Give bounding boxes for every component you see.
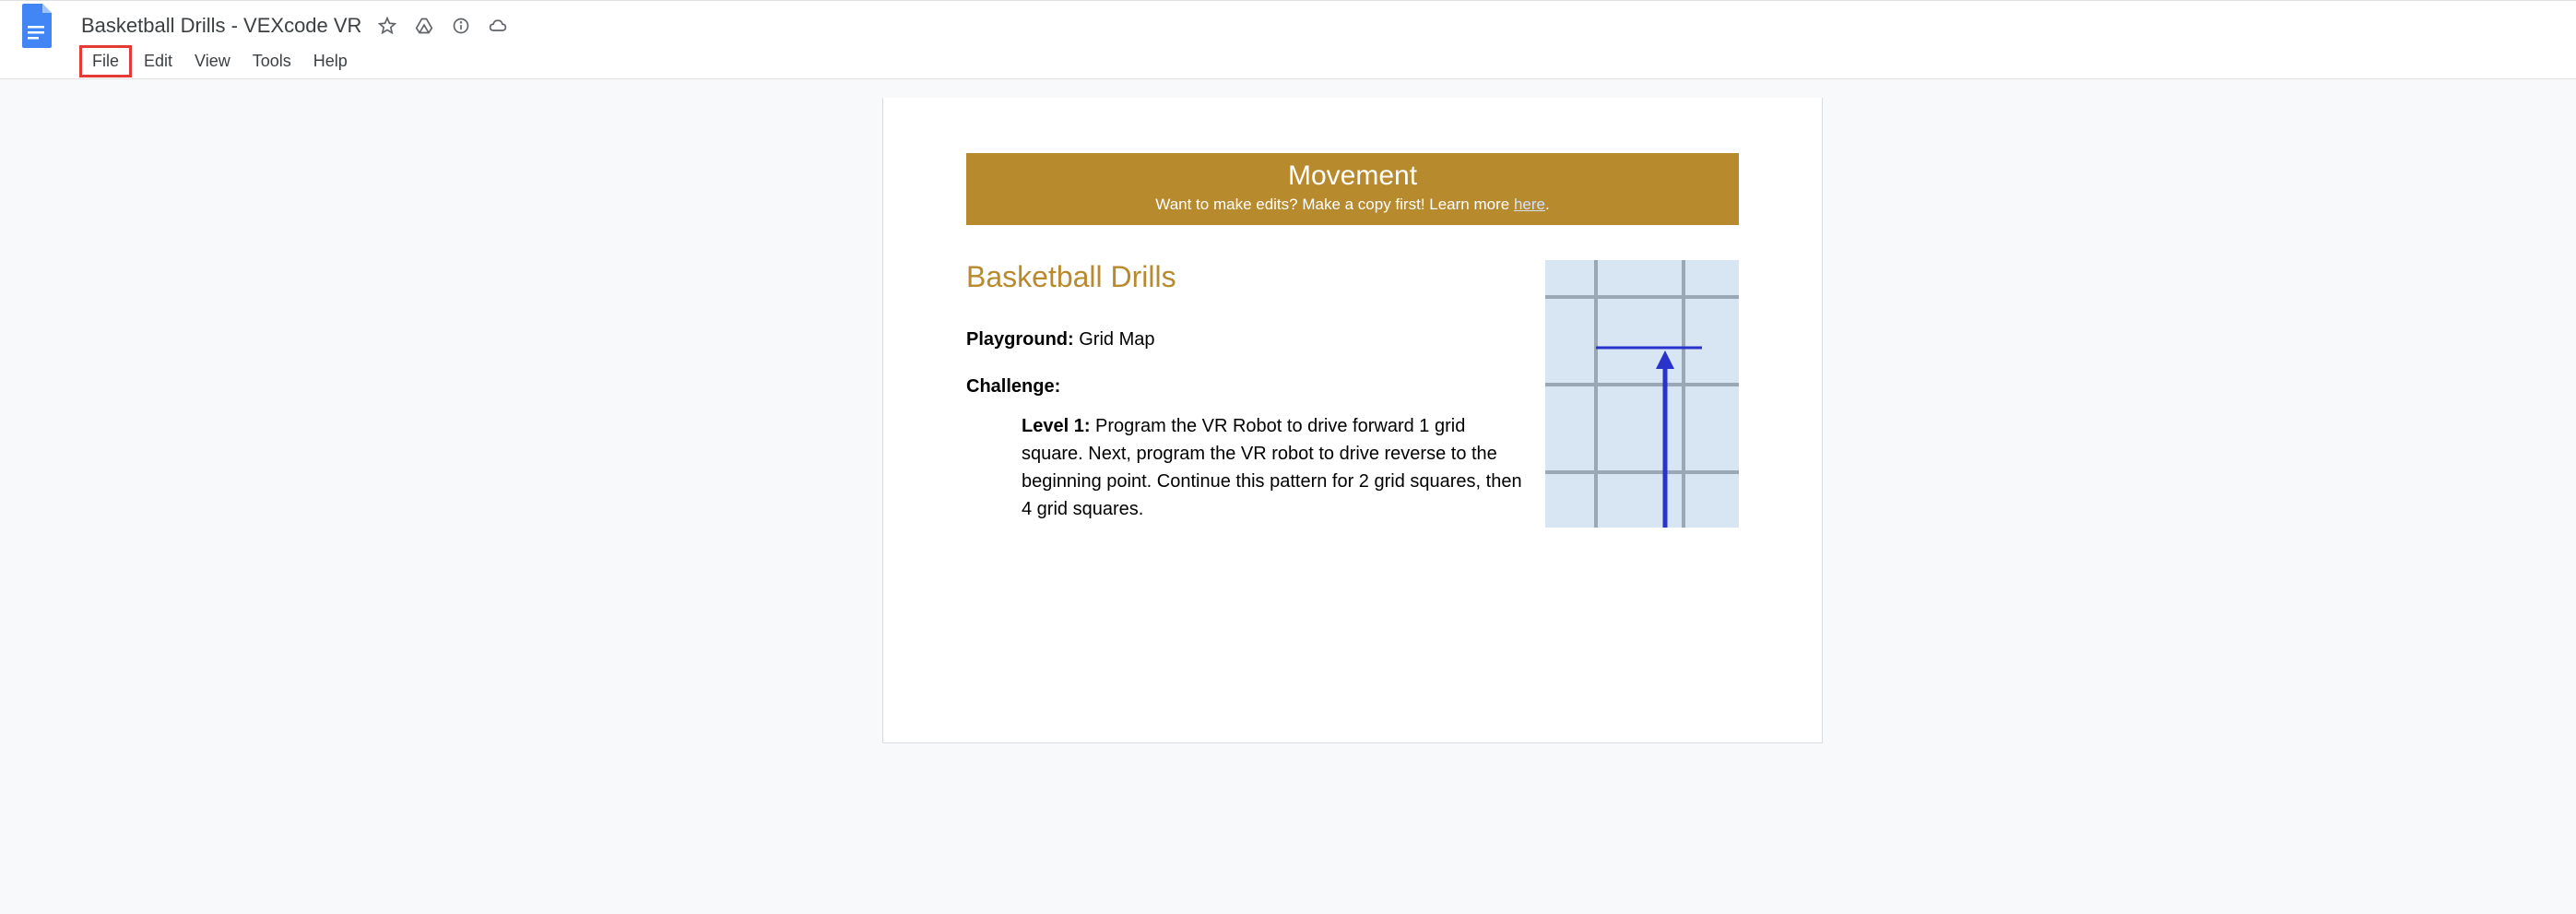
banner: Movement Want to make edits? Make a copy… — [966, 153, 1739, 225]
cloud-icon[interactable] — [489, 17, 507, 35]
document-title[interactable]: Basketball Drills - VEXcode VR — [81, 14, 361, 38]
level1-block: Level 1: Program the VR Robot to drive f… — [966, 412, 1527, 523]
menu-file[interactable]: File — [79, 45, 132, 77]
banner-subtitle: Want to make edits? Make a copy first! L… — [966, 196, 1739, 214]
menu-tools[interactable]: Tools — [242, 48, 301, 75]
drive-icon[interactable] — [415, 17, 433, 35]
banner-title: Movement — [966, 160, 1739, 192]
banner-link[interactable]: here — [1514, 196, 1545, 213]
doc-heading: Basketball Drills — [966, 260, 1527, 294]
info-icon[interactable] — [452, 17, 470, 35]
playground-line: Playground: Grid Map — [966, 329, 1527, 350]
level1-label: Level 1: — [1022, 416, 1090, 436]
title-row: Basketball Drills - VEXcode VR — [0, 1, 2576, 43]
level1-text: Program the VR Robot to drive forward 1 … — [1022, 416, 1522, 519]
document-page: Movement Want to make edits? Make a copy… — [882, 98, 1823, 743]
banner-subtitle-suffix: . — [1545, 196, 1550, 213]
menu-edit[interactable]: Edit — [134, 48, 183, 75]
title-icons — [378, 17, 507, 35]
document-area: Movement Want to make edits? Make a copy… — [0, 79, 2576, 743]
playground-value: Grid Map — [1074, 329, 1155, 350]
docs-logo-icon[interactable] — [18, 2, 55, 50]
logo-wrapper — [18, 2, 81, 50]
menu-bar: File Edit View Tools Help — [0, 43, 2576, 78]
menu-help[interactable]: Help — [303, 48, 358, 75]
content-text: Basketball Drills Playground: Grid Map C… — [966, 260, 1527, 528]
star-icon[interactable] — [378, 17, 396, 35]
content-row: Basketball Drills Playground: Grid Map C… — [966, 260, 1739, 528]
app-header: Basketball Drills - VEXcode VR — [0, 0, 2576, 79]
challenge-label: Challenge: — [966, 376, 1527, 398]
playground-label: Playground: — [966, 329, 1074, 350]
menu-view[interactable]: View — [184, 48, 241, 75]
grid-map-image — [1545, 260, 1739, 528]
banner-subtitle-prefix: Want to make edits? Make a copy first! L… — [1155, 196, 1514, 213]
